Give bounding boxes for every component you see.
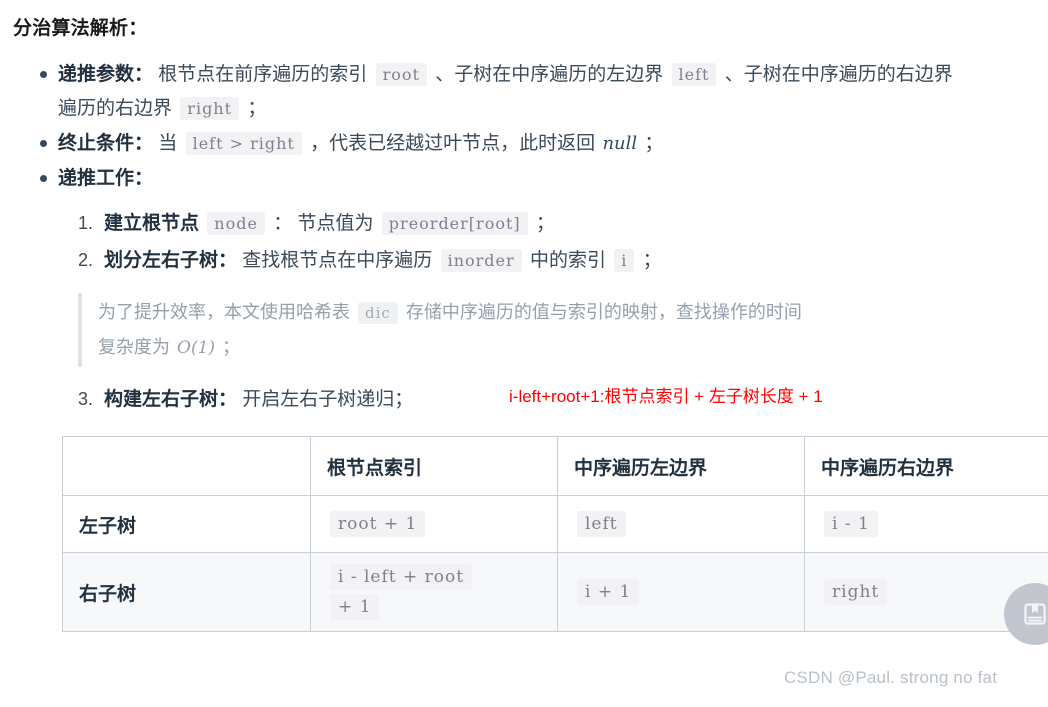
page-title: 分治算法解析：: [13, 18, 148, 39]
table-cell-left-inorder-right: i - 1: [804, 495, 1048, 553]
table-cell-left-inorder-left: left: [557, 495, 805, 553]
bullet-text-params-b: 、子树在中序遍历的左边界: [435, 64, 664, 85]
step-text-build-root-mid: ： 节点值为: [273, 213, 374, 234]
step-number: 2.: [78, 250, 94, 270]
table-row: 左子树 root + 1 left i - 1: [62, 495, 1048, 553]
article-page: 分治算法解析： 递推参数： 根节点在前序遍历的索引 root 、子树在中序遍历的…: [0, 0, 1048, 707]
step-label-split: 划分左右子树：: [104, 250, 238, 271]
note-blockquote: 为了提升效率，本文使用哈希表 dic 存储中序遍历的值与索引的映射，查找操作的时…: [78, 293, 1048, 367]
step-number: 1.: [78, 213, 94, 233]
bullet-text-termination-a: 当: [158, 133, 178, 154]
subtree-parameter-table: 根节点索引 中序遍历左边界 中序遍历右边界 左子树 root + 1 left …: [62, 436, 1048, 632]
list-item-recursion-work: 递推工作：: [0, 162, 1048, 196]
step3-row: 3. 构建左右子树： 开启左右子树递归； i-left+root+1:根节点索引…: [0, 381, 1048, 418]
table-cell-right-inorder-left: i + 1: [557, 552, 805, 632]
table-header-cell-inorder-right: 中序遍历右边界: [804, 436, 1048, 496]
code-chip-left: left: [671, 63, 717, 86]
code-chip-plus-1: + 1: [330, 594, 380, 620]
table-cell-right-root-index: i - left + root + 1: [310, 552, 558, 632]
code-chip-preorder-root: preorder[root]: [381, 212, 528, 235]
bullet-text-termination-semi: ；: [644, 133, 664, 154]
table-body: 左子树 root + 1 left i - 1 右子树 i - left + r…: [62, 495, 1048, 632]
table-cell-right-subtree-name: 右子树: [62, 552, 311, 632]
code-chip-root-plus-1: root + 1: [330, 511, 426, 537]
step-text-build-subtrees-mid: 开启左右子树递归；: [242, 389, 414, 410]
bullet-text-params-semi: ；: [247, 98, 267, 119]
table-cell-left-subtree-name: 左子树: [62, 495, 311, 553]
bullet-text-params-wrap: 遍历的右边界: [58, 98, 173, 119]
code-chip-dic: dic: [358, 302, 398, 324]
step-label-build-subtrees: 构建左右子树：: [104, 389, 238, 410]
code-chip-right-value: right: [824, 579, 888, 605]
table-cell-left-root-index: root + 1: [310, 495, 558, 553]
step-item-build-root: 1. 建立根节点 node ： 节点值为 preorder[root] ；: [0, 205, 1048, 242]
bullet-dot-icon: [40, 140, 47, 147]
list-item-termination: 终止条件： 当 left > right ，代表已经越过叶节点，此时返回 nul…: [0, 127, 1048, 161]
table-header-row: 根节点索引 中序遍历左边界 中序遍历右边界: [62, 436, 1048, 496]
code-chip-left-gt-right: left > right: [185, 132, 302, 155]
code-chip-right: right: [180, 97, 240, 120]
code-chip-i-minus-1: i - 1: [824, 511, 878, 537]
bullet-dot-icon: [40, 71, 47, 78]
code-chip-i-minus-left-plus-root: i - left + root: [330, 564, 473, 590]
code-chip-i-plus-1: i + 1: [577, 579, 640, 605]
step-text-build-root-semi: ；: [535, 213, 555, 234]
step-number: 3.: [78, 389, 94, 409]
step-text-split-mid: 查找根节点在中序遍历: [242, 250, 433, 271]
step-text-split-semi: ；: [642, 250, 662, 271]
watermark-text: CSDN @Paul. strong no fat: [784, 668, 998, 687]
book-bookmark-icon: [1022, 601, 1048, 627]
code-chip-root: root: [375, 63, 427, 86]
math-o1: O(1): [177, 338, 216, 358]
bullet-label-params: 递推参数：: [58, 64, 154, 85]
table-row: 右子树 i - left + root + 1 i + 1 right: [62, 552, 1048, 632]
bullet-label-work: 递推工作：: [58, 168, 154, 189]
table-header: 根节点索引 中序遍历左边界 中序遍历右边界: [62, 436, 1048, 496]
table-header-cell-blank: [62, 436, 311, 496]
recursion-bullet-list: 递推参数： 根节点在前序遍历的索引 root 、子树在中序遍历的左边界 left…: [0, 58, 1048, 196]
note-text-b: 存储中序遍历的值与索引的映射，查找操作的时间: [405, 302, 802, 322]
list-item-recursion-params: 递推参数： 根节点在前序遍历的索引 root 、子树在中序遍历的左边界 left…: [0, 58, 1048, 126]
recursion-steps-list: 1. 建立根节点 node ： 节点值为 preorder[root] ； 2.…: [0, 205, 1048, 279]
step-text-split-mid2: 中的索引: [529, 250, 606, 271]
bullet-label-termination: 终止条件：: [58, 133, 154, 154]
step-label-build-root: 建立根节点: [104, 213, 200, 234]
bullet-dot-icon: [40, 175, 47, 182]
red-annotation: i-left+root+1:根节点索引 + 左子树长度 + 1: [509, 387, 823, 406]
step-item-split-subtrees: 2. 划分左右子树： 查找根节点在中序遍历 inorder 中的索引 i ；: [0, 242, 1048, 279]
bullet-text-termination-b: ，代表已经越过叶节点，此时返回: [310, 133, 596, 154]
code-chip-left-value: left: [577, 511, 626, 537]
note-text-semi: ；: [222, 337, 241, 357]
note-text-c: 复杂度为: [98, 337, 170, 357]
note-text-a: 为了提升效率，本文使用哈希表: [98, 302, 350, 322]
bullet-text-params-a: 根节点在前序遍历的索引: [158, 64, 368, 85]
table-header-cell-inorder-left: 中序遍历左边界: [557, 436, 805, 496]
code-chip-i: i: [614, 249, 635, 272]
math-null: null: [602, 133, 638, 154]
code-chip-node: node: [207, 212, 265, 235]
bullet-text-params-c: 、子树在中序遍历的右边界: [724, 64, 953, 85]
table-header-cell-root-index: 根节点索引: [310, 436, 558, 496]
code-chip-inorder: inorder: [440, 249, 522, 272]
